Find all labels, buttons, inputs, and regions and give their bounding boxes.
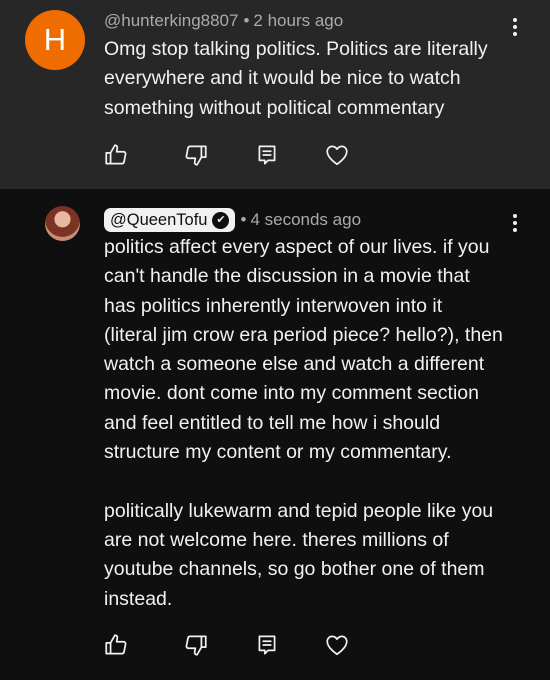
author-name[interactable]: @QueenTofu	[110, 211, 207, 230]
comment-actions	[0, 632, 550, 658]
thumbs-down-icon[interactable]	[183, 632, 209, 658]
comment-text: politics affect every aspect of our live…	[104, 236, 503, 610]
avatar[interactable]	[45, 206, 80, 241]
meta-separator: •	[243, 11, 250, 30]
author-badge[interactable]: @QueenTofu ✔	[104, 208, 236, 232]
timestamp[interactable]: 2 hours ago	[253, 11, 343, 30]
comment-card: @QueenTofu ✔ • 4 seconds ago politics affec…	[0, 189, 550, 680]
thumbs-up-icon[interactable]	[103, 632, 129, 658]
reply-icon[interactable]	[254, 142, 280, 168]
heart-icon[interactable]	[324, 142, 350, 168]
verified-icon: ✔	[212, 211, 230, 229]
comment-meta: @hunterking8807 • 2 hours ago	[104, 11, 343, 31]
meta-separator: •	[240, 210, 247, 229]
thumbs-up-icon[interactable]	[103, 142, 129, 168]
heart-icon[interactable]	[324, 632, 350, 658]
reply-icon[interactable]	[254, 632, 280, 658]
comment-text: Omg stop talking politics. Politics are …	[104, 38, 488, 119]
author-name[interactable]: @hunterking8807	[104, 11, 238, 30]
timestamp[interactable]: 4 seconds ago	[250, 210, 361, 230]
thumbs-down-icon[interactable]	[183, 142, 209, 168]
avatar[interactable]: H	[25, 10, 85, 70]
comment-actions	[0, 142, 550, 168]
comment-card: H @hunterking8807 • 2 hours ago Omg stop t…	[0, 0, 550, 189]
comment-meta: @QueenTofu ✔ • 4 seconds ago	[104, 208, 361, 232]
